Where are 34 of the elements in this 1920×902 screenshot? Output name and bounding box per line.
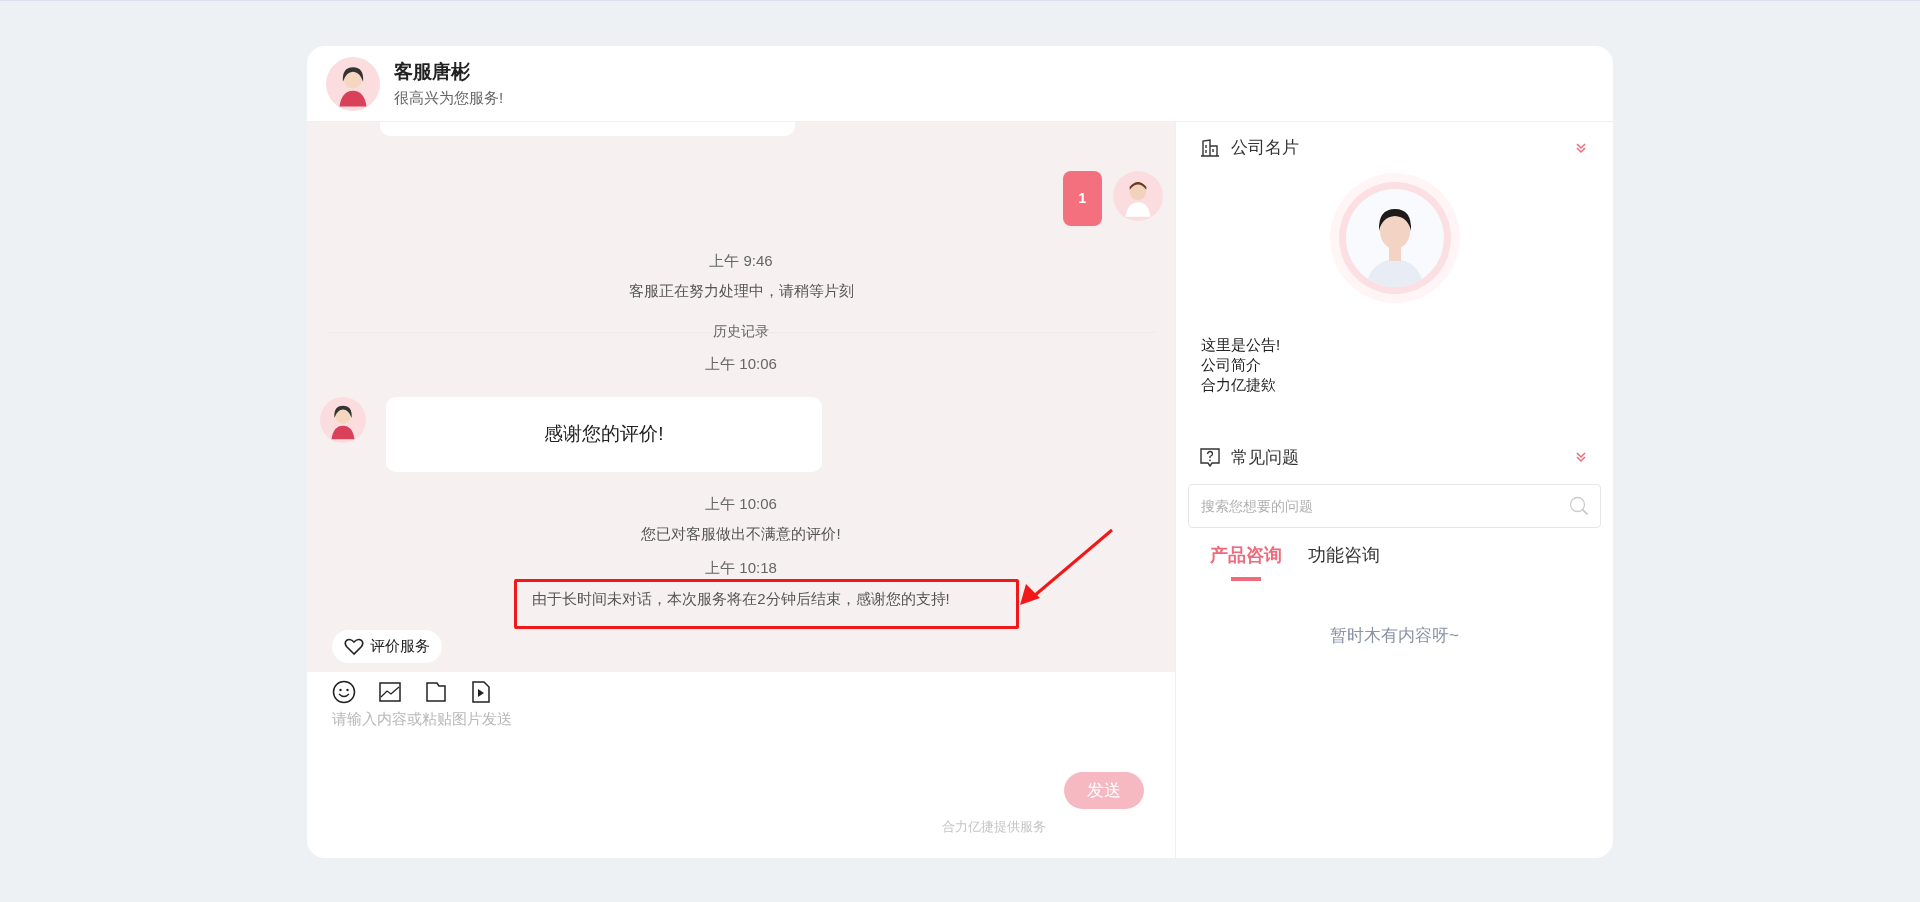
section-title: 公司名片 [1231, 137, 1299, 159]
message-time: 上午 10:18 [705, 558, 777, 578]
agent-greeting: 很高兴为您服务! [394, 87, 504, 108]
folder-icon[interactable] [424, 680, 448, 704]
rate-service-button[interactable]: 评价服务 [332, 630, 442, 663]
announcement-line: 公司简介 [1201, 354, 1262, 375]
history-label: 历史记录 [713, 322, 769, 341]
double-chevron-icon[interactable] [1575, 451, 1587, 464]
message-time: 上午 10:06 [705, 354, 777, 374]
message-time: 上午 10:06 [705, 494, 777, 514]
message-bubble: 1 [1063, 171, 1102, 226]
empty-state-text: 暂时木有内容呀~ [1330, 625, 1459, 647]
avatar [320, 397, 366, 443]
message-time: 上午 9:46 [709, 251, 773, 271]
system-message: 您已对客服做出不满意的评价! [641, 525, 841, 542]
double-chevron-icon[interactable] [1575, 141, 1587, 154]
announcement-line: 合力亿捷欸 [1201, 374, 1277, 395]
system-message: 由于长时间未对话，本次服务将在2分钟后结束，感谢您的支持! [532, 590, 950, 607]
message-bubble: 感谢您的评价! [386, 397, 822, 472]
agent-name: 客服唐彬 [394, 60, 471, 84]
avatar [1113, 171, 1163, 221]
search-field[interactable]: 搜索您想要的问题 [1188, 484, 1601, 528]
message-input[interactable]: 请输入内容或粘贴图片发送 [332, 708, 1150, 768]
image-icon[interactable] [378, 680, 402, 704]
building-icon [1200, 138, 1220, 157]
video-file-icon[interactable] [470, 680, 492, 704]
system-message: 客服正在努力处理中，请稍等片刻 [628, 282, 854, 299]
avatar [326, 56, 380, 111]
emoji-icon[interactable] [332, 680, 356, 704]
heart-icon [344, 637, 364, 656]
section-title: 常见问题 [1231, 446, 1299, 469]
question-icon [1200, 447, 1220, 467]
faq-tab[interactable]: 功能咨询 [1308, 542, 1380, 581]
announcement-line: 这里是公告! [1201, 334, 1282, 355]
